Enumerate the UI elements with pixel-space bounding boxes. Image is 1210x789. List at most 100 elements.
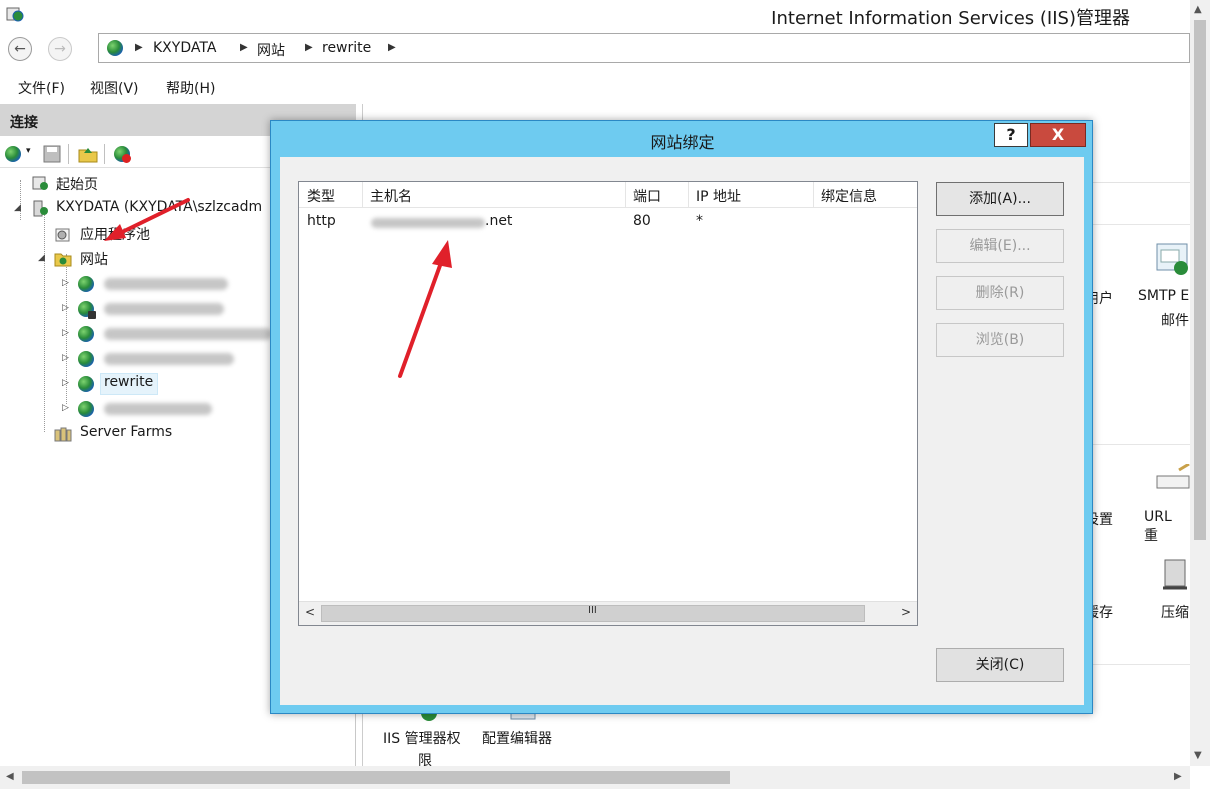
dialog-title: 网站绑定: [650, 133, 715, 152]
tree-item-label: 网站: [80, 252, 108, 268]
divider: [1083, 444, 1191, 445]
column-divider: [362, 182, 363, 208]
chevron-right-icon: ▶: [305, 42, 313, 53]
edit-binding-button[interactable]: 编辑(E)...: [936, 229, 1064, 263]
redacted-site-name: [104, 403, 212, 415]
column-divider: [625, 182, 626, 208]
help-button[interactable]: ?: [994, 123, 1028, 147]
scroll-right-icon[interactable]: >: [901, 605, 911, 619]
menu-view[interactable]: 视图(V): [90, 78, 139, 98]
scroll-left-icon[interactable]: <: [305, 605, 315, 619]
window-title: Internet Information Services (IIS)管理器: [771, 8, 1130, 29]
column-divider: [688, 182, 689, 208]
bindings-header: 类型 主机名 端口 IP 地址 绑定信息: [299, 182, 917, 208]
expanded-icon[interactable]: ◢: [38, 253, 45, 263]
table-row[interactable]: http .net 80 *: [299, 208, 917, 234]
scroll-grip: III: [588, 605, 597, 616]
expanded-icon[interactable]: ◢: [14, 203, 21, 213]
menu-bar: 文件(F) 视图(V) 帮助(H): [0, 68, 1190, 104]
bindings-list[interactable]: 类型 主机名 端口 IP 地址 绑定信息 http .net 80 * < II…: [298, 181, 918, 626]
site-globe-icon: [78, 376, 94, 392]
sites-folder-icon: [54, 253, 72, 267]
url-rewrite-icon[interactable]: [1155, 464, 1191, 500]
site-globe-icon: [78, 351, 94, 367]
smtp-feature-label[interactable]: SMTP E: [1138, 288, 1189, 304]
start-page-icon: [32, 176, 48, 190]
smtp-email-icon[interactable]: [1153, 242, 1191, 278]
folder-up-icon[interactable]: [78, 144, 98, 164]
collapsed-icon[interactable]: ▷: [62, 353, 69, 363]
redacted-site-name: [104, 303, 224, 315]
site-bindings-dialog: 网站绑定 ? X 类型 主机名 端口 IP 地址 绑定信息 http .net …: [270, 120, 1093, 714]
compression-feature-label[interactable]: 压缩: [1161, 602, 1189, 622]
remove-binding-button[interactable]: 删除(R): [936, 276, 1064, 310]
chevron-right-icon: ▶: [388, 42, 396, 53]
collapsed-icon[interactable]: ▷: [62, 303, 69, 313]
redacted-site-name: [104, 353, 234, 365]
binding-type: http: [307, 213, 336, 229]
column-header-ip[interactable]: IP 地址: [696, 186, 741, 206]
scroll-down-icon[interactable]: ▼: [1194, 750, 1202, 761]
column-header-host[interactable]: 主机名: [370, 186, 412, 206]
iis-app-icon: [6, 7, 24, 22]
forward-button[interactable]: →: [48, 37, 72, 61]
globe-icon: [107, 40, 123, 56]
site-globe-icon: [78, 326, 94, 342]
annotation-arrow-icon: [104, 198, 190, 241]
tree-item-label: Server Farms: [80, 424, 173, 440]
collapsed-icon[interactable]: ▷: [62, 328, 69, 338]
scroll-right-icon[interactable]: ▶: [1174, 771, 1182, 782]
toolbar-divider: [104, 144, 105, 164]
connect-globe-icon[interactable]: [5, 146, 21, 162]
server-icon: [33, 200, 48, 217]
column-header-binding-info[interactable]: 绑定信息: [821, 186, 877, 206]
scrollbar-thumb[interactable]: [22, 771, 730, 784]
config-editor-label[interactable]: 配置编辑器: [482, 728, 552, 748]
app-pool-icon: [55, 228, 70, 242]
site-globe-icon: [78, 276, 94, 292]
url-rewrite-feature-label[interactable]: URL 重: [1144, 509, 1190, 545]
tree-item-label: rewrite: [104, 374, 154, 390]
binding-port: 80: [633, 213, 651, 229]
compression-icon[interactable]: [1159, 556, 1191, 596]
divider: [1083, 664, 1191, 665]
collapsed-icon[interactable]: ▷: [62, 378, 69, 388]
save-icon[interactable]: [42, 144, 62, 164]
menu-help[interactable]: 帮助(H): [166, 78, 215, 98]
chevron-right-icon: ▶: [135, 42, 143, 53]
redacted-site-name: [104, 328, 272, 340]
collapsed-icon[interactable]: ▷: [62, 403, 69, 413]
binding-ip: *: [696, 213, 703, 229]
breadcrumb-site[interactable]: rewrite: [322, 40, 371, 56]
breadcrumb-sites[interactable]: 网站: [257, 40, 285, 60]
close-window-button[interactable]: X: [1030, 123, 1086, 147]
smtp-feature-sublabel[interactable]: 邮件: [1161, 310, 1189, 330]
address-row: ← → ▶ KXYDATA ▶ 网站 ▶ rewrite ▶: [0, 30, 1190, 66]
horizontal-scrollbar[interactable]: ◀ ▶: [0, 766, 1190, 789]
iis-manager-permissions-label[interactable]: IIS 管理器权: [383, 728, 461, 748]
disconnect-badge-icon: [122, 154, 131, 163]
breadcrumb-server[interactable]: KXYDATA: [153, 40, 216, 56]
column-header-port[interactable]: 端口: [633, 186, 661, 206]
add-binding-button[interactable]: 添加(A)...: [936, 182, 1064, 216]
stopped-badge-icon: [88, 311, 96, 319]
redacted-site-name: [104, 278, 228, 290]
annotation-arrow-icon: [398, 240, 452, 378]
column-header-type[interactable]: 类型: [307, 186, 335, 206]
scroll-left-icon[interactable]: ◀: [6, 771, 14, 782]
menu-file[interactable]: 文件(F): [18, 78, 65, 98]
scrollbar-thumb[interactable]: [1194, 20, 1206, 540]
server-farm-icon: [54, 427, 72, 442]
browse-binding-button[interactable]: 浏览(B): [936, 323, 1064, 357]
divider: [1083, 224, 1191, 225]
vertical-scrollbar[interactable]: ▲ ▼: [1190, 0, 1210, 766]
collapsed-icon[interactable]: ▷: [62, 278, 69, 288]
dropdown-arrow-icon[interactable]: ▾: [26, 146, 31, 156]
site-globe-icon: [78, 401, 94, 417]
binding-host-suffix: .net: [485, 213, 513, 229]
close-button[interactable]: 关闭(C): [936, 648, 1064, 682]
address-bar[interactable]: ▶ KXYDATA ▶ 网站 ▶ rewrite ▶: [98, 33, 1190, 63]
list-horizontal-scrollbar[interactable]: < III >: [299, 601, 917, 625]
scroll-up-icon[interactable]: ▲: [1194, 4, 1202, 15]
back-button[interactable]: ←: [8, 37, 32, 61]
